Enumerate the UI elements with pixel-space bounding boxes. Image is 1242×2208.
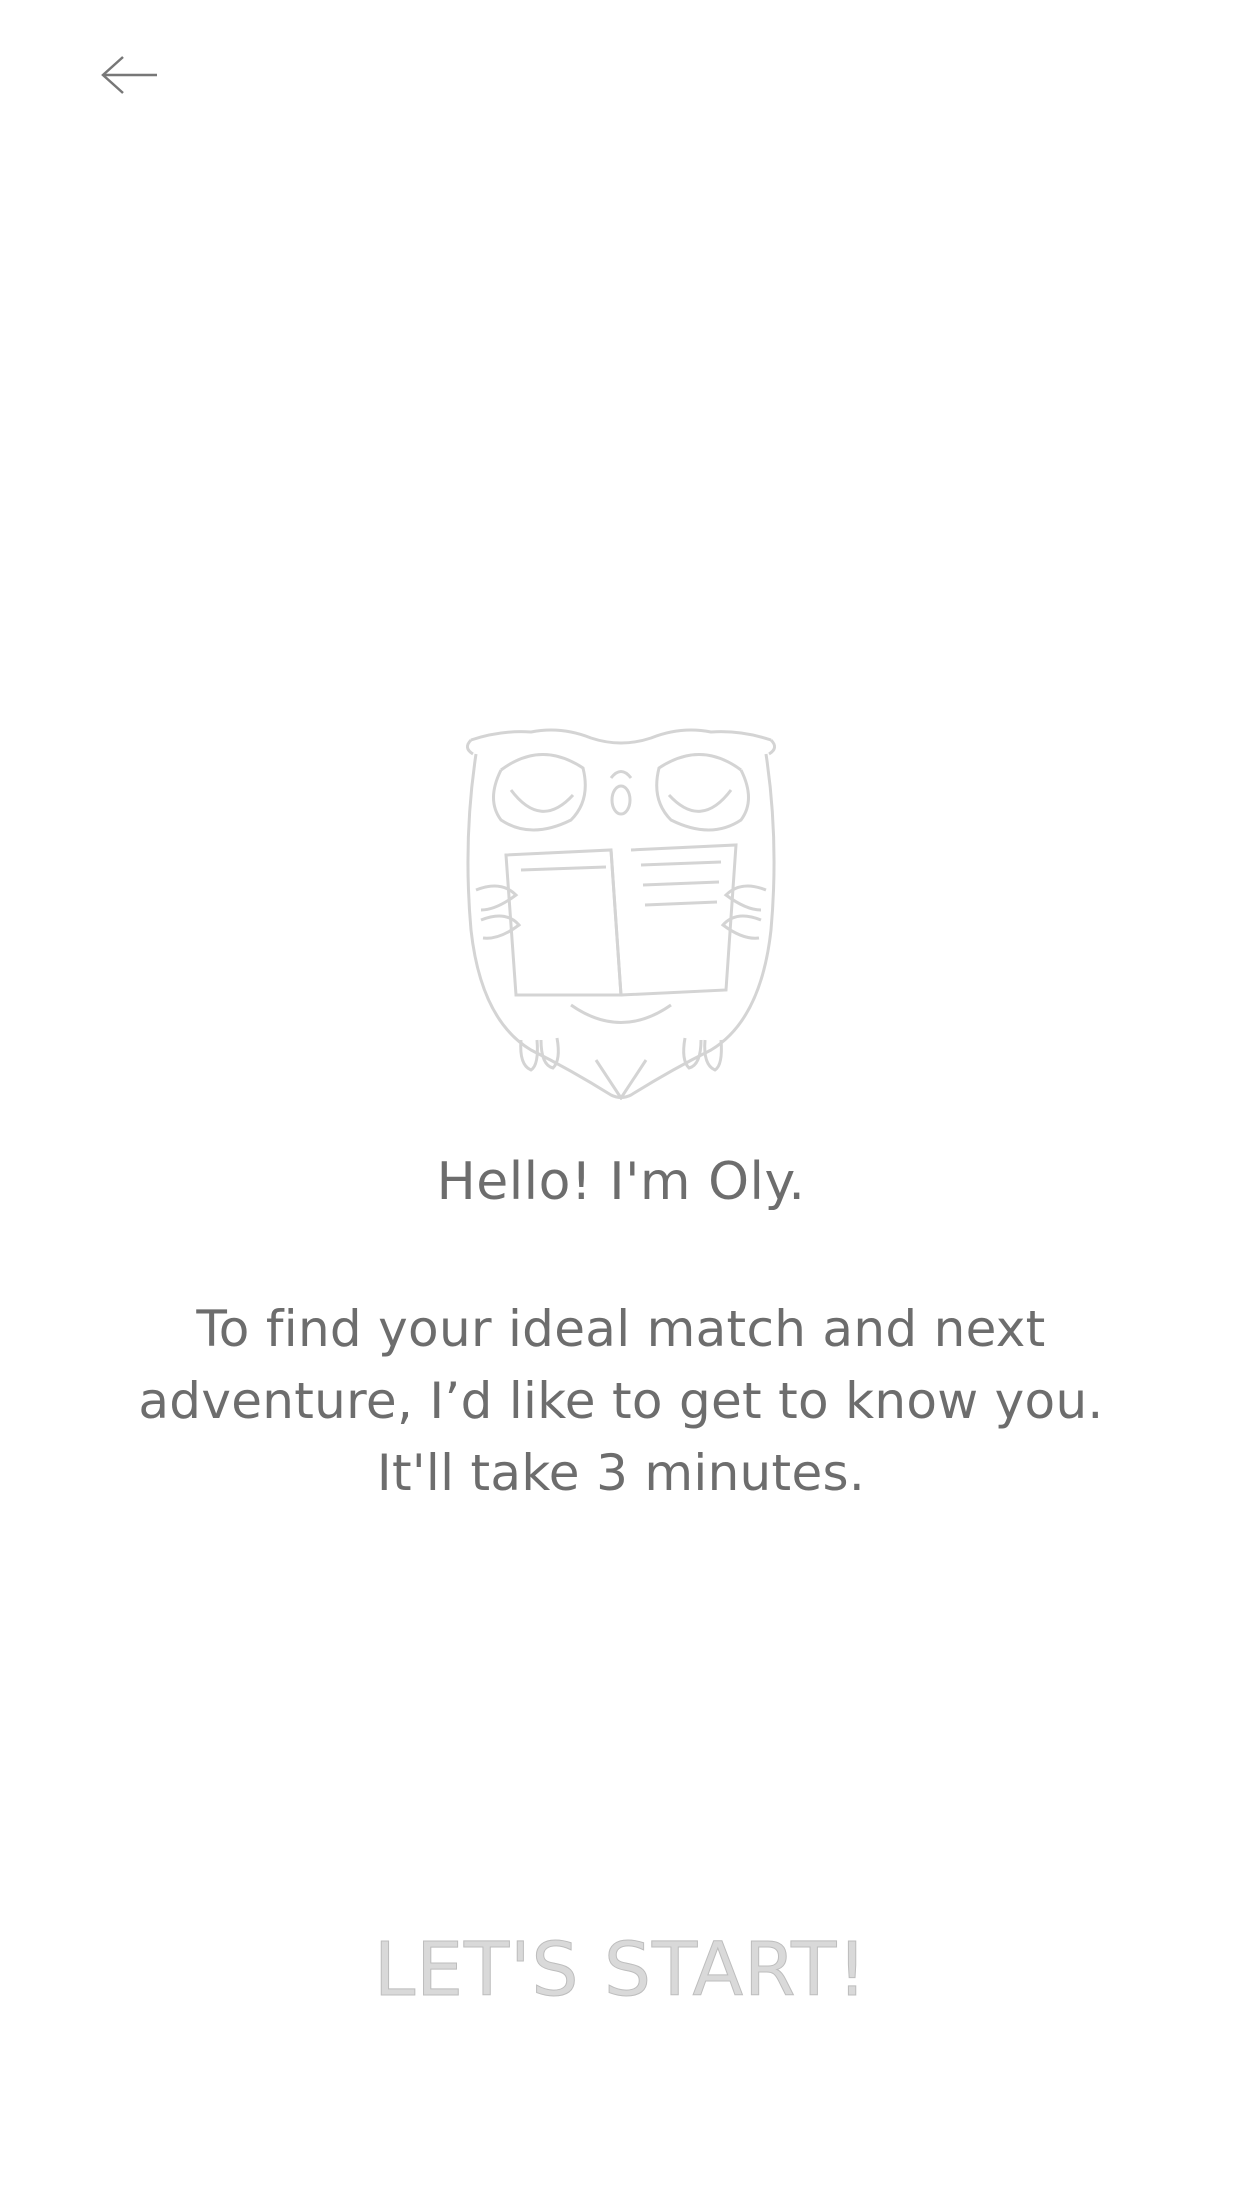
start-button[interactable]: LET'S START!	[321, 1910, 921, 2030]
owl-reading-book-icon	[461, 720, 781, 1101]
greeting-text: Hello! I'm Oly.	[436, 1152, 806, 1212]
intro-line: It'll take 3 minutes.	[376, 1444, 866, 1502]
arrow-left-icon	[101, 56, 157, 94]
back-button[interactable]	[84, 40, 174, 110]
intro-text: To find your ideal match and next advent…	[80, 1293, 1162, 1509]
intro-line: adventure, I’d like to get to know you.	[138, 1372, 1104, 1430]
intro-line: To find your ideal match and next	[196, 1300, 1046, 1358]
